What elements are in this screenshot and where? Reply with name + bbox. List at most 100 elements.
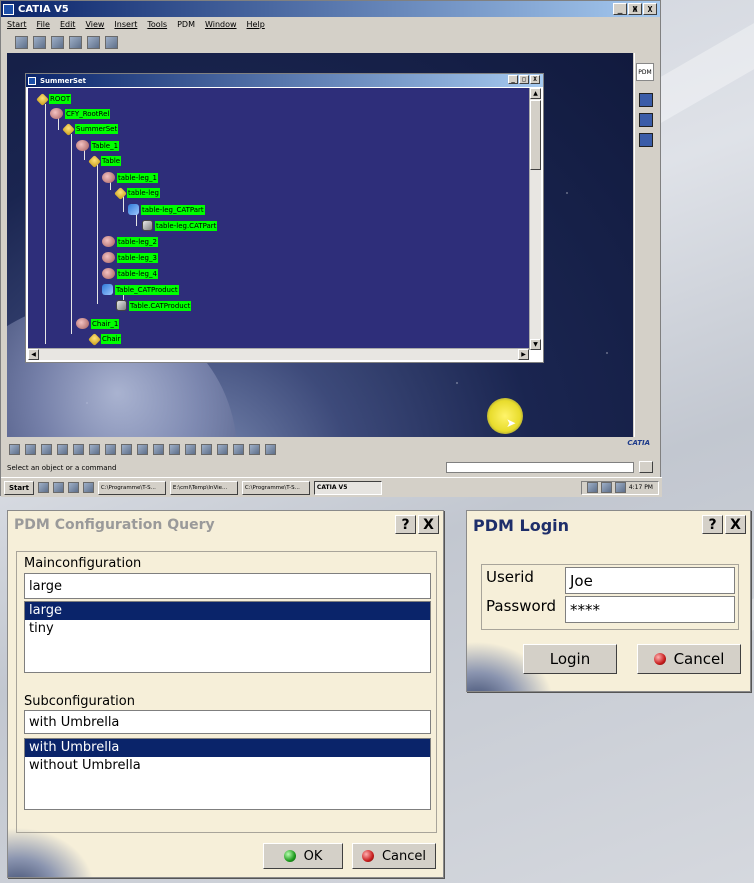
list-item[interactable]: with Umbrella: [25, 739, 430, 757]
summerset-titlebar[interactable]: SummerSet _ □ X: [26, 74, 543, 87]
pdm-tree-icon[interactable]: [639, 113, 653, 127]
tree-expand-icon[interactable]: [233, 443, 244, 455]
catia-titlebar[interactable]: CATIA V5 _ Ж X: [1, 1, 660, 17]
start-button[interactable]: Start: [4, 480, 34, 495]
task-button[interactable]: C:\Programme\T-S...: [97, 480, 166, 495]
paste-icon[interactable]: [105, 443, 116, 455]
task-button-active[interactable]: CATIA V5: [313, 480, 382, 495]
copy-icon[interactable]: [89, 443, 100, 455]
quicklaunch-icon[interactable]: [67, 482, 79, 493]
command-input[interactable]: [446, 462, 634, 473]
pdm-config-icon[interactable]: [639, 133, 653, 147]
task-button[interactable]: C:\Programme\T-S...: [241, 480, 310, 495]
minimize-button[interactable]: _: [613, 3, 627, 15]
query-tool-icon[interactable]: [105, 35, 118, 49]
tree-node[interactable]: Chair: [88, 332, 122, 346]
open-tool-icon[interactable]: [51, 35, 64, 49]
menu-view[interactable]: View: [85, 20, 104, 29]
properties-tool-icon[interactable]: [87, 35, 100, 49]
login-button[interactable]: Login: [523, 644, 617, 674]
scroll-right-icon[interactable]: ▶: [518, 349, 529, 360]
subconfiguration-field[interactable]: with Umbrella: [24, 710, 431, 734]
close-button[interactable]: X: [725, 515, 746, 534]
quicklaunch-icon[interactable]: [82, 482, 94, 493]
tree-node[interactable]: table-leg_3: [102, 252, 158, 263]
new-tool-icon[interactable]: [33, 35, 46, 49]
menu-tools[interactable]: Tools: [147, 20, 167, 29]
tray-icon[interactable]: [600, 482, 612, 493]
menu-edit[interactable]: Edit: [60, 20, 76, 29]
menu-help[interactable]: Help: [247, 20, 265, 29]
help-button[interactable]: ?: [702, 515, 723, 534]
list-item[interactable]: tiny: [25, 620, 430, 638]
tree-node[interactable]: Table_1: [76, 140, 120, 151]
scroll-left-icon[interactable]: ◀: [28, 349, 39, 360]
menu-window[interactable]: Window: [205, 20, 237, 29]
menu-pdm[interactable]: PDM: [177, 20, 195, 29]
userid-field[interactable]: Joe: [565, 567, 735, 594]
horizontal-scrollbar[interactable]: ◀ ▶: [28, 348, 529, 360]
undo-icon[interactable]: [121, 443, 132, 455]
dialog-titlebar[interactable]: PDM Configuration Query ? X: [8, 511, 443, 539]
tree-node[interactable]: table-leg_1: [102, 172, 158, 183]
cut-icon[interactable]: [73, 443, 84, 455]
fit-all-icon[interactable]: [265, 443, 276, 455]
password-field[interactable]: ****: [565, 596, 735, 623]
restore-button[interactable]: Ж: [628, 3, 642, 15]
help-button[interactable]: ?: [395, 515, 416, 534]
tree-node[interactable]: Table.CATProduct: [116, 300, 192, 311]
tray-icon[interactable]: [614, 482, 626, 493]
scroll-thumb[interactable]: [530, 100, 541, 170]
subconfiguration-list[interactable]: with Umbrella without Umbrella: [24, 738, 431, 810]
tree-node[interactable]: Table: [88, 154, 122, 168]
help-icon[interactable]: [153, 443, 164, 455]
scroll-down-icon[interactable]: ▼: [530, 339, 541, 350]
new-icon[interactable]: [9, 443, 20, 455]
select-tool-icon[interactable]: [15, 35, 28, 49]
tree-node[interactable]: Table_CATProduct: [102, 284, 179, 295]
table-icon[interactable]: [217, 443, 228, 455]
list-item[interactable]: without Umbrella: [25, 757, 430, 775]
tree-node[interactable]: table-leg_4: [102, 268, 158, 279]
save-icon[interactable]: [41, 443, 52, 455]
print-icon[interactable]: [57, 443, 68, 455]
tree-node[interactable]: Chair_1: [76, 318, 120, 329]
mainconfiguration-list[interactable]: large tiny: [24, 601, 431, 673]
tree-node[interactable]: CFY_RootRel: [50, 108, 111, 119]
close-button[interactable]: X: [418, 515, 439, 534]
inner-maximize-button[interactable]: □: [519, 75, 529, 84]
pdm-side-tab[interactable]: PDM: [636, 63, 654, 81]
formula-icon[interactable]: [169, 443, 180, 455]
tree-node[interactable]: SummerSet: [62, 122, 119, 136]
comment-icon[interactable]: [185, 443, 196, 455]
tree-node[interactable]: table-leg: [114, 186, 160, 200]
inner-minimize-button[interactable]: _: [508, 75, 518, 84]
command-button[interactable]: [639, 461, 653, 473]
quicklaunch-icon[interactable]: [52, 482, 64, 493]
pdm-search-icon[interactable]: [639, 93, 653, 107]
vertical-scrollbar[interactable]: ▲ ▼: [529, 88, 541, 350]
tree-node[interactable]: table-leg_CATPart: [128, 204, 205, 215]
open-icon[interactable]: [25, 443, 36, 455]
measure-icon[interactable]: [201, 443, 212, 455]
menu-start[interactable]: Start: [7, 20, 27, 29]
ok-button[interactable]: OK: [263, 843, 343, 869]
product-tree[interactable]: ROOT CFY_RootRel SummerSet Table_1 Table…: [28, 88, 529, 350]
cancel-button[interactable]: Cancel: [637, 644, 741, 674]
dialog-titlebar[interactable]: PDM Login ? X: [467, 511, 750, 539]
mainconfiguration-field[interactable]: large: [24, 573, 431, 599]
quicklaunch-icon[interactable]: [37, 482, 49, 493]
close-button[interactable]: X: [643, 3, 657, 15]
inner-close-button[interactable]: X: [530, 75, 540, 84]
tree-node[interactable]: table-leg_2: [102, 236, 158, 247]
task-button[interactable]: E:\cml\Temp\InVie...: [169, 480, 238, 495]
scroll-up-icon[interactable]: ▲: [530, 88, 541, 99]
save-tool-icon[interactable]: [69, 35, 82, 49]
list-item[interactable]: large: [25, 602, 430, 620]
menu-file[interactable]: File: [37, 20, 50, 29]
tree-node[interactable]: ROOT: [36, 92, 72, 106]
menu-insert[interactable]: Insert: [114, 20, 137, 29]
redo-icon[interactable]: [137, 443, 148, 455]
catalog-icon[interactable]: [249, 443, 260, 455]
tree-node[interactable]: table-leg.CATPart: [142, 220, 218, 231]
